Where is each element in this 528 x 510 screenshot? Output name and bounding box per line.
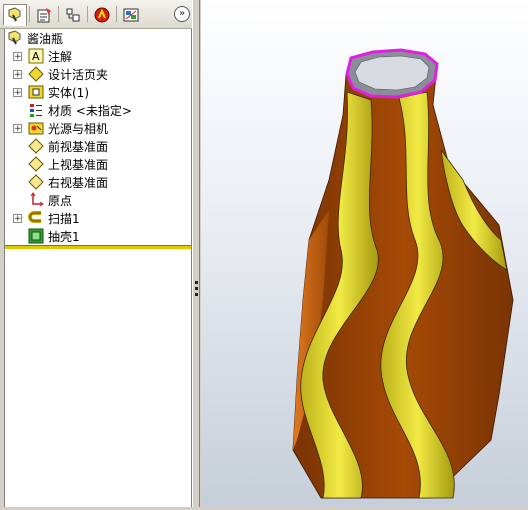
rollback-bar[interactable] [5,245,191,249]
tree-item-front-plane[interactable]: 前视基准面 [13,137,108,155]
configuration-manager-icon [66,8,80,22]
plane-icon [28,156,44,172]
tree-item-lights-cameras[interactable]: + 光源与相机 [13,119,108,137]
featuremanager-tab[interactable] [3,4,27,26]
feature-tree: 酱油瓶 + A 注解 + 设计活页夹 + 实体(1) 材质 <未指定> + 光源… [4,29,192,507]
tree-item-label: 设计活页夹 [48,67,109,82]
tree-item-label: 材质 <未指定> [48,103,132,118]
propertymanager-tab[interactable] [32,4,56,26]
tree-item-right-plane[interactable]: 右视基准面 [13,173,108,191]
tree-item-material[interactable]: 材质 <未指定> [13,101,132,119]
tree-item-solid-bodies[interactable]: + 实体(1) [13,83,89,101]
graphics-area[interactable] [201,0,528,507]
tree-item-label: 抽壳1 [48,229,80,244]
sweep-icon [28,210,44,226]
plane-icon [28,174,44,190]
tree-item-label: 上视基准面 [48,157,109,172]
expand-panel-button[interactable]: » [174,6,190,22]
bottle-model[interactable] [201,0,528,507]
appearance-tab[interactable] [90,4,114,26]
display-manager-icon [123,8,139,22]
property-manager-icon [37,8,51,23]
part-icon [7,30,23,46]
origin-icon [28,192,44,208]
panel-splitter[interactable] [192,0,200,507]
feature-tree-icon [8,7,21,22]
shell-icon [28,228,44,244]
tree-item-label: 注解 [48,49,73,64]
tree-item-label: 原点 [48,193,73,208]
expand-toggle[interactable]: + [13,51,22,61]
material-icon [28,102,44,118]
lights-cameras-icon [28,120,44,136]
tree-root[interactable]: 酱油瓶 [7,29,63,47]
tree-item-label: 光源与相机 [48,121,109,136]
expand-toggle[interactable]: + [13,213,22,223]
tree-item-annotations[interactable]: + A 注解 [13,47,72,65]
tree-item-top-plane[interactable]: 上视基准面 [13,155,108,173]
configuration-tab[interactable] [61,4,85,26]
tree-item-design-binder[interactable]: + 设计活页夹 [13,65,108,83]
tree-item-label: 实体(1) [48,85,89,100]
panel-tab-bar: » [0,0,196,29]
tree-item-label: 前视基准面 [48,139,109,154]
dimxpert-icon [94,7,110,23]
annotations-icon: A [28,48,44,64]
plane-icon [28,138,44,154]
tree-item-label: 扫描1 [48,211,80,226]
solid-bodies-icon [28,84,44,100]
expand-toggle[interactable]: + [13,87,22,97]
expand-toggle[interactable]: + [13,69,22,79]
tree-item-sweep[interactable]: + 扫描1 [13,209,80,227]
tree-item-label: 右视基准面 [48,175,109,190]
display-manager-tab[interactable] [119,4,143,26]
svg-text:A: A [32,50,40,63]
tree-item-origin[interactable]: 原点 [13,191,72,209]
root-label: 酱油瓶 [27,31,64,46]
design-binder-icon [28,66,44,82]
feature-manager-panel: » 酱油瓶 + A 注解 + 设计活页夹 + 实体(1) 材质 <未指定> + … [0,0,196,507]
tree-item-shell[interactable]: 抽壳1 [13,227,80,245]
expand-toggle[interactable]: + [13,123,22,133]
